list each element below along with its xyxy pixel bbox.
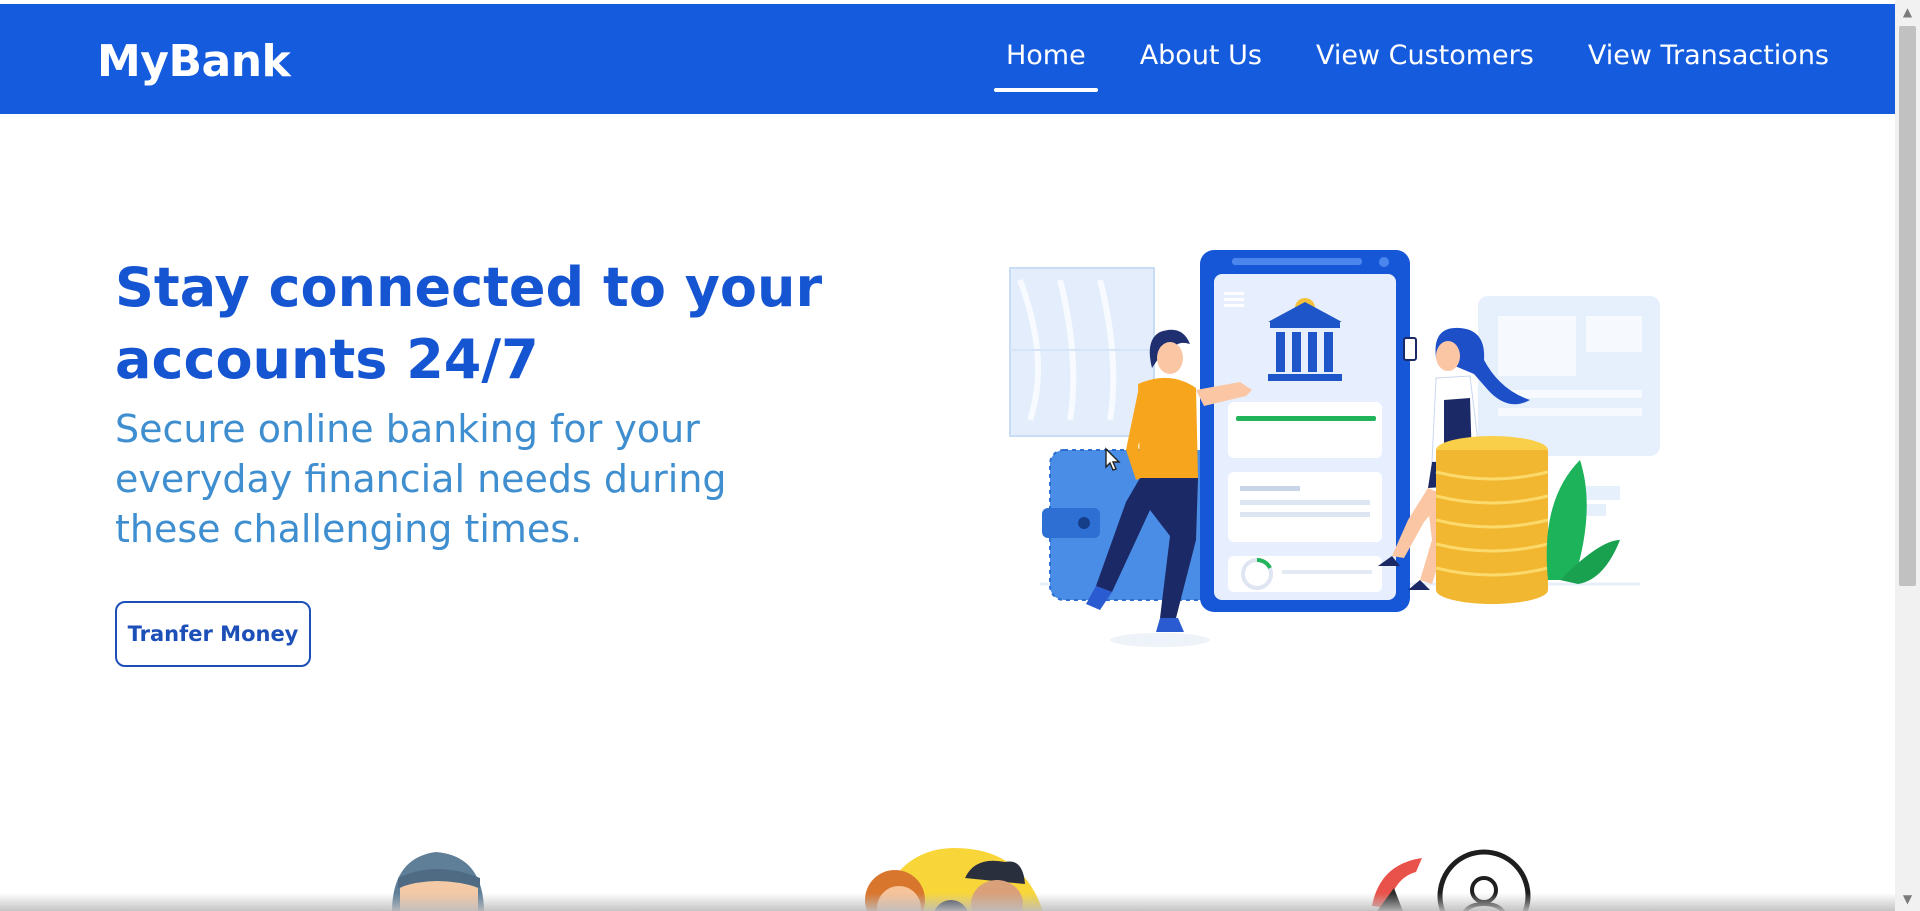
bottom-edge-shadow <box>0 893 1895 911</box>
nav-menu: Home About Us View Customers View Transa… <box>993 40 1829 92</box>
transfer-money-button[interactable]: Tranfer Money <box>115 601 311 667</box>
scroll-up-arrow-icon[interactable]: ▲ <box>1895 0 1920 24</box>
nav-about-us[interactable]: About Us <box>1140 40 1262 71</box>
brand-logo[interactable]: MyBank <box>97 36 291 87</box>
nav-view-customers[interactable]: View Customers <box>1316 40 1534 71</box>
vertical-scrollbar[interactable]: ▲ ▼ <box>1895 0 1920 911</box>
page: MyBank Home About Us View Customers View… <box>0 0 1920 911</box>
online-banking-illustration <box>1009 250 1660 647</box>
nav-home[interactable]: Home <box>993 40 1098 92</box>
hero-title: Stay connected to your accounts 24/7 <box>115 256 823 391</box>
scrollbar-thumb[interactable] <box>1899 26 1916 586</box>
hero-subtitle: Secure online banking for your everyday … <box>115 407 727 551</box>
scroll-down-arrow-icon[interactable]: ▼ <box>1895 887 1920 911</box>
navbar: MyBank Home About Us View Customers View… <box>0 4 1895 114</box>
nav-view-transactions[interactable]: View Transactions <box>1588 40 1829 71</box>
mouse-cursor-icon <box>1105 447 1121 471</box>
